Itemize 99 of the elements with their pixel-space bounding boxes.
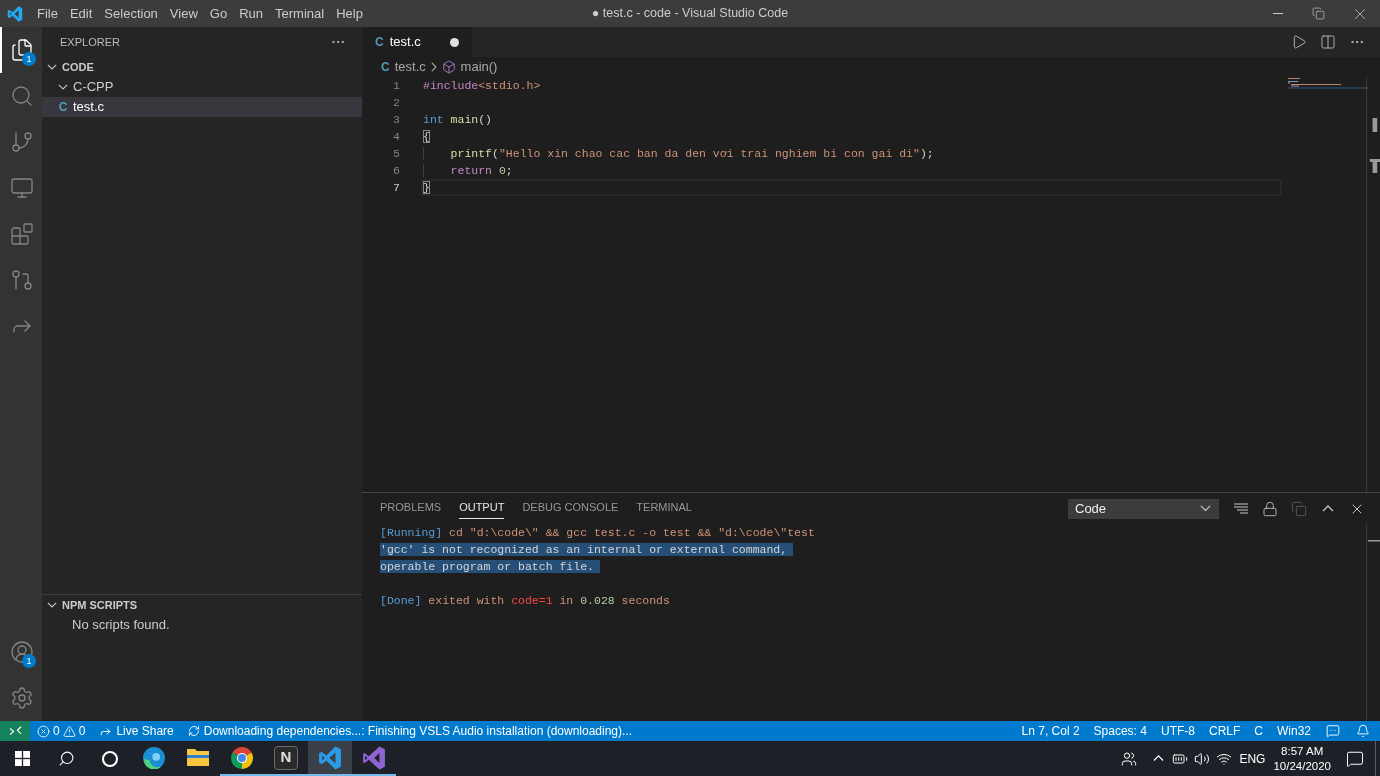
line-number: 6 <box>392 163 400 179</box>
section-header[interactable]: NPM SCRIPTS <box>42 595 362 615</box>
chevron-right-icon <box>430 62 437 72</box>
ribbon-icon <box>362 745 386 770</box>
minimize-icon <box>1272 13 1283 14</box>
swirl-icon <box>143 746 165 769</box>
file-type-label: C <box>57 99 69 116</box>
line-number: 5 <box>392 146 400 162</box>
line-number: 4 <box>392 129 400 145</box>
speech-bubble-icon <box>1326 724 1340 738</box>
taskbar-app[interactable] <box>308 741 352 776</box>
menu-item[interactable]: Edit <box>63 0 99 27</box>
cube-icon <box>441 60 456 74</box>
settings-icon <box>10 686 34 710</box>
status-item[interactable]: Spaces: 4 <box>1086 721 1154 741</box>
restore-icon <box>1312 7 1325 20</box>
split-editor-icon[interactable] <box>1320 34 1336 50</box>
breadcrumb-item[interactable]: main() <box>441 57 498 77</box>
chevron-down-icon <box>47 602 57 608</box>
lock-icon[interactable] <box>1262 500 1278 517</box>
warning-icon <box>62 724 76 738</box>
scrollbar[interactable] <box>1366 77 1380 492</box>
search-icon <box>57 750 75 767</box>
chevron-down-icon <box>1200 505 1211 512</box>
code-line: } <box>423 181 430 194</box>
menu-item[interactable]: Run <box>233 0 269 27</box>
lines-icon[interactable] <box>1233 503 1249 514</box>
empty-message: No scripts found. <box>72 616 170 635</box>
output-line: [Running] cd "d:\code\" && gcc test.c -o test && "d:\code\"test <box>380 526 815 539</box>
code-line: { <box>423 130 430 143</box>
menu-item[interactable]: View <box>163 0 204 27</box>
remote-button[interactable] <box>0 721 30 741</box>
panel-tab[interactable]: TERMINAL <box>636 498 692 519</box>
menu-item[interactable]: Help <box>330 0 369 27</box>
remote-chevrons-icon <box>8 725 22 737</box>
sidebar-title: EXPLORER <box>60 34 120 50</box>
live-share-button[interactable]: Live Share <box>92 721 181 741</box>
input-language-button[interactable]: ENG <box>1235 741 1270 776</box>
line-number: 2 <box>392 95 400 111</box>
app-logo-icon <box>7 5 23 22</box>
file-type-label: C <box>375 34 384 51</box>
menu-item[interactable]: File <box>31 0 64 27</box>
menu-item[interactable]: Selection <box>98 0 164 27</box>
clock[interactable]: 8:57 AM 10/24/2020 <box>1269 741 1335 776</box>
status-item[interactable]: CRLF <box>1201 721 1248 741</box>
code-line: printf("Hello xin chao cac ban da den vơi trai nghiem bi con gai di"); <box>450 147 934 160</box>
status-item[interactable]: UTF-8 <box>1153 721 1202 741</box>
notification-count: 1 <box>22 52 36 66</box>
window-title: ● test.c - code - Visual Studio Code <box>591 5 789 23</box>
panel-tab[interactable]: DEBUG CONSOLE <box>522 498 619 519</box>
people-icon <box>1121 750 1138 767</box>
status-item[interactable]: Ln 7, Col 2 <box>1014 721 1087 741</box>
branch-icon <box>10 130 34 154</box>
folder-icon <box>187 749 209 766</box>
run-icon[interactable] <box>1291 34 1307 50</box>
line-number: 1 <box>392 78 400 94</box>
error-icon <box>37 724 50 738</box>
ring-icon <box>102 750 118 767</box>
chevron-up-icon <box>1152 755 1164 762</box>
breadcrumb-item[interactable]: C test.c <box>381 57 426 77</box>
circular-arrows-icon <box>187 725 200 737</box>
account-icon <box>10 640 34 664</box>
scrollbar[interactable] <box>1366 524 1380 721</box>
four-panes-icon <box>14 751 30 766</box>
editor-tab[interactable]: C test.c <box>362 27 472 57</box>
panel-tab[interactable]: PROBLEMS <box>380 498 442 519</box>
blocks-icon <box>10 222 34 246</box>
menu-item[interactable]: Terminal <box>269 0 331 27</box>
chevron-down-icon <box>47 64 57 70</box>
problems-button[interactable]: 0 0 <box>30 721 93 741</box>
status-item[interactable]: C <box>1247 721 1270 741</box>
monitor-icon <box>10 176 34 200</box>
line-number: 7 <box>392 180 400 196</box>
notification-count: 1 <box>22 654 36 668</box>
progress-status[interactable]: Downloading dependencies...: Finishing VSLS Audio installation (downloading)... <box>180 721 640 741</box>
files-icon <box>10 38 34 62</box>
search-icon <box>10 84 34 108</box>
code-line: return 0; <box>450 164 513 177</box>
line-number: 3 <box>392 112 400 128</box>
circle-logo-icon <box>231 746 253 769</box>
code-line: #include<stdio.h> <box>423 79 541 92</box>
pull-request-icon <box>10 268 34 292</box>
code-line: int main() <box>423 113 493 126</box>
output-line: [Done] exited with code=1 in 0.028 seconds <box>380 594 670 607</box>
status-item[interactable]: Win32 <box>1270 721 1318 741</box>
chevron-up-icon[interactable] <box>1322 505 1334 512</box>
file-type-label: C <box>381 59 390 76</box>
letter-logo: N <box>274 745 298 770</box>
section-header[interactable]: CODE <box>42 57 362 77</box>
bell-icon <box>1356 724 1370 738</box>
panel-tab[interactable]: OUTPUT <box>459 498 505 519</box>
speaker-icon <box>1194 750 1211 767</box>
tree-item[interactable]: C-CPP <box>42 77 362 97</box>
ribbon-icon <box>318 745 342 770</box>
speech-bubble-icon <box>1346 749 1364 768</box>
tree-item[interactable]: C test.c <box>42 97 362 117</box>
channel-select[interactable]: Code <box>1068 498 1219 519</box>
activity-bar-button[interactable]: 1 <box>0 629 42 675</box>
menu-item[interactable]: Go <box>203 0 234 27</box>
